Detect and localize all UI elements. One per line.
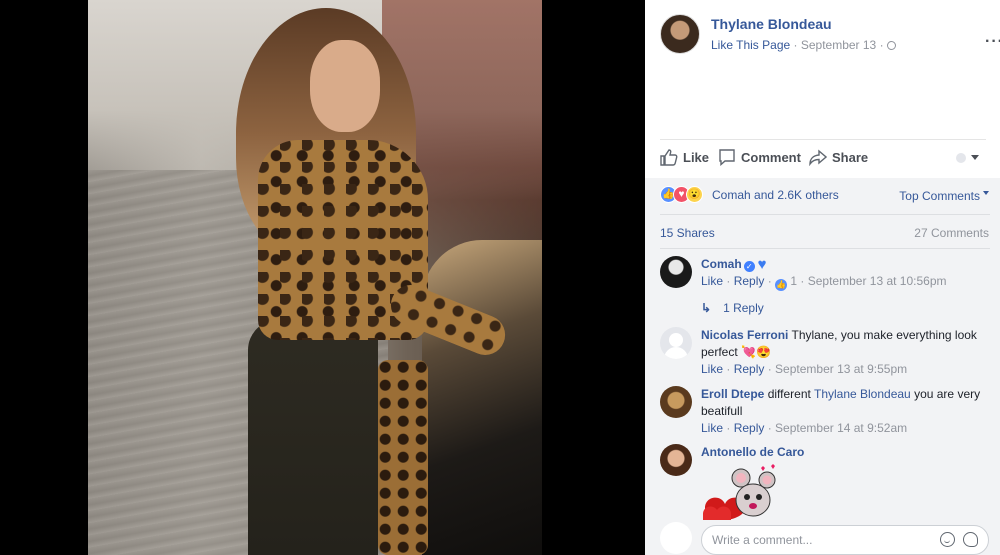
post-date[interactable]: September 13 (801, 38, 876, 52)
photo-figure-face (310, 40, 380, 132)
post-side-panel: Thylane Blondeau Like This Page · Septem… (645, 0, 1000, 555)
comment-label: Comment (741, 150, 801, 165)
comment-item: Eroll Dtepe different Thylane Blondeau y… (660, 386, 990, 440)
wow-reaction-icon: 😮 (686, 186, 703, 203)
comment-body: Eroll Dtepe different Thylane Blondeau y… (701, 386, 991, 437)
comment-composer (660, 522, 990, 555)
comment-icon (719, 149, 735, 167)
comment-meta: Like · Reply · September 13 at 9:55pm (701, 362, 908, 376)
current-user-avatar (660, 522, 692, 554)
meta-separator-2: · (876, 38, 887, 52)
comment-as-avatar (956, 153, 966, 163)
thumbs-up-icon (660, 149, 678, 166)
view-replies-link[interactable]: ↳ 1 Reply (701, 300, 764, 317)
comment-emoji: 💘😍 (741, 345, 771, 359)
comment-item: Comah ✓ ♥ Like · Reply · 👍 1 · September 1… (660, 256, 990, 322)
reactions-text[interactable]: Comah and 2.6K others (712, 188, 839, 202)
like-label: Like (683, 150, 710, 165)
comment-meta: Like · Reply · September 14 at 9:52am (701, 421, 908, 435)
comment-time[interactable]: September 13 at 10:56pm (808, 274, 947, 288)
photo-viewer (0, 0, 645, 555)
comment-reply-link[interactable]: Reply (734, 362, 765, 376)
post-photo[interactable] (88, 0, 542, 555)
comment-meta: Like · Reply · 👍 1 · September 13 at 10:… (701, 274, 947, 291)
comment-body: Nicolas Ferroni Thylane, you make everyt… (701, 327, 991, 378)
meta-separator: · (790, 38, 801, 52)
post-header: Thylane Blondeau Like This Page · Septem… (660, 13, 1000, 57)
comments-count[interactable]: 27 Comments (914, 226, 989, 240)
share-label: Share (832, 150, 869, 165)
commenter-avatar[interactable] (660, 386, 692, 418)
comment-like-link[interactable]: Like (701, 274, 723, 288)
reactions-summary[interactable]: 👍 ♥ 😮 Comah and 2.6K others Top Comments (660, 186, 990, 206)
comment-reply-link[interactable]: Reply (734, 274, 765, 288)
comment-item: Nicolas Ferroni Thylane, you make everyt… (660, 327, 990, 381)
top-comments-dropdown[interactable]: Top Comments (899, 189, 989, 203)
like-page-link[interactable]: Like This Page (711, 38, 790, 52)
blue-heart-icon: ♥ (757, 256, 767, 273)
page-avatar[interactable] (660, 14, 700, 54)
post-action-bar: Like Comment Share (660, 145, 990, 171)
chevron-down-icon (971, 155, 979, 160)
like-reaction-icon: 👍 (775, 279, 788, 291)
comment-reply-link[interactable]: Reply (734, 421, 765, 435)
photo-car (422, 240, 542, 555)
comment-like-link[interactable]: Like (701, 362, 723, 376)
comment-author[interactable]: Comah (701, 257, 742, 271)
comment-reaction-count[interactable]: 1 (790, 274, 797, 288)
comment-author[interactable]: Eroll Dtepe (701, 387, 764, 401)
comment-author[interactable]: Antonello de Caro (701, 445, 804, 459)
comment-text-before: different (767, 387, 811, 401)
divider (660, 248, 990, 249)
divider (660, 139, 986, 140)
mouse-heart-sticker (703, 464, 776, 520)
comment-time[interactable]: September 13 at 9:55pm (775, 362, 907, 376)
comment-mention[interactable]: Thylane Blondeau (814, 387, 911, 401)
comment-author[interactable]: Nicolas Ferroni (701, 328, 788, 342)
share-icon (809, 149, 828, 167)
divider (660, 214, 990, 215)
comment-body: Comah ✓ ♥ Like · Reply · 👍 1 · September 1… (701, 256, 991, 291)
page-name-link[interactable]: Thylane Blondeau (711, 16, 832, 32)
comment-time[interactable]: September 14 at 9:52am (775, 421, 907, 435)
verified-badge-icon: ✓ (743, 261, 755, 272)
comment-body: Antonello de Caro (701, 444, 991, 461)
comment-button[interactable]: Comment (718, 149, 801, 167)
comment-as-selector[interactable] (956, 151, 986, 165)
photo-figure-scarf (378, 360, 428, 555)
top-comments-label: Top Comments (899, 189, 980, 203)
commenter-avatar[interactable] (660, 327, 692, 359)
emoji-icon[interactable] (940, 532, 955, 547)
globe-icon (886, 41, 896, 50)
sticker-icon[interactable] (963, 532, 978, 547)
caret-down-icon (983, 191, 989, 195)
reply-arrow-icon: ↳ (701, 301, 712, 315)
more-options-button[interactable]: ··· (985, 33, 1000, 51)
comment-like-link[interactable]: Like (701, 421, 723, 435)
engagement-counts: 15 Shares 27 Comments (660, 226, 990, 242)
photo-figure-pants (248, 320, 378, 555)
commenter-avatar[interactable] (660, 444, 692, 476)
share-button[interactable]: Share (809, 149, 869, 167)
shares-count[interactable]: 15 Shares (660, 226, 715, 240)
comment-item: Antonello de Caro (660, 444, 991, 520)
replies-count: 1 Reply (723, 301, 764, 315)
like-button[interactable]: Like (660, 149, 709, 166)
commenter-avatar[interactable] (660, 256, 692, 288)
post-meta: Like This Page · September 13 · (711, 38, 896, 52)
